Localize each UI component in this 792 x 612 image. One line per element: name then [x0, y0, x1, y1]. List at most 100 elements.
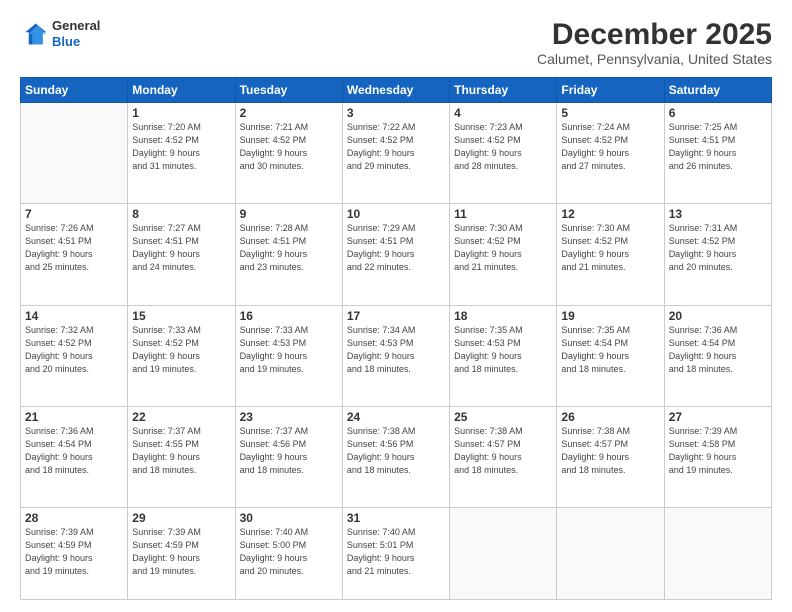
day-number: 14: [25, 309, 123, 323]
day-info: Sunrise: 7:37 AM Sunset: 4:56 PM Dayligh…: [240, 425, 338, 477]
calendar-week-row: 21Sunrise: 7:36 AM Sunset: 4:54 PM Dayli…: [21, 406, 772, 507]
month-title: December 2025: [537, 18, 772, 51]
location-title: Calumet, Pennsylvania, United States: [537, 51, 772, 67]
header: General Blue December 2025 Calumet, Penn…: [20, 18, 772, 67]
day-info: Sunrise: 7:22 AM Sunset: 4:52 PM Dayligh…: [347, 121, 445, 173]
calendar-day-header: Monday: [128, 78, 235, 103]
day-number: 29: [132, 511, 230, 525]
day-info: Sunrise: 7:35 AM Sunset: 4:54 PM Dayligh…: [561, 324, 659, 376]
day-number: 22: [132, 410, 230, 424]
title-block: December 2025 Calumet, Pennsylvania, Uni…: [537, 18, 772, 67]
logo-line2: Blue: [52, 34, 80, 49]
day-number: 20: [669, 309, 767, 323]
day-info: Sunrise: 7:33 AM Sunset: 4:52 PM Dayligh…: [132, 324, 230, 376]
day-info: Sunrise: 7:25 AM Sunset: 4:51 PM Dayligh…: [669, 121, 767, 173]
calendar-day-header: Sunday: [21, 78, 128, 103]
day-number: 9: [240, 207, 338, 221]
day-info: Sunrise: 7:27 AM Sunset: 4:51 PM Dayligh…: [132, 222, 230, 274]
day-number: 19: [561, 309, 659, 323]
calendar-cell: 31Sunrise: 7:40 AM Sunset: 5:01 PM Dayli…: [342, 508, 449, 600]
calendar-header-row: SundayMondayTuesdayWednesdayThursdayFrid…: [21, 78, 772, 103]
day-number: 21: [25, 410, 123, 424]
day-number: 18: [454, 309, 552, 323]
day-number: 16: [240, 309, 338, 323]
day-info: Sunrise: 7:36 AM Sunset: 4:54 PM Dayligh…: [25, 425, 123, 477]
day-info: Sunrise: 7:20 AM Sunset: 4:52 PM Dayligh…: [132, 121, 230, 173]
day-info: Sunrise: 7:31 AM Sunset: 4:52 PM Dayligh…: [669, 222, 767, 274]
calendar-day-header: Thursday: [450, 78, 557, 103]
calendar-cell: 30Sunrise: 7:40 AM Sunset: 5:00 PM Dayli…: [235, 508, 342, 600]
calendar-cell: 8Sunrise: 7:27 AM Sunset: 4:51 PM Daylig…: [128, 204, 235, 305]
calendar-cell: 20Sunrise: 7:36 AM Sunset: 4:54 PM Dayli…: [664, 305, 771, 406]
logo-text: General Blue: [52, 18, 100, 49]
logo-icon: [20, 20, 48, 48]
day-number: 17: [347, 309, 445, 323]
calendar-cell: 15Sunrise: 7:33 AM Sunset: 4:52 PM Dayli…: [128, 305, 235, 406]
calendar-day-header: Tuesday: [235, 78, 342, 103]
calendar-cell: 25Sunrise: 7:38 AM Sunset: 4:57 PM Dayli…: [450, 406, 557, 507]
calendar-day-header: Friday: [557, 78, 664, 103]
day-info: Sunrise: 7:36 AM Sunset: 4:54 PM Dayligh…: [669, 324, 767, 376]
calendar-cell: [664, 508, 771, 600]
day-number: 30: [240, 511, 338, 525]
calendar-cell: 18Sunrise: 7:35 AM Sunset: 4:53 PM Dayli…: [450, 305, 557, 406]
day-number: 8: [132, 207, 230, 221]
calendar-cell: 23Sunrise: 7:37 AM Sunset: 4:56 PM Dayli…: [235, 406, 342, 507]
calendar-cell: 17Sunrise: 7:34 AM Sunset: 4:53 PM Dayli…: [342, 305, 449, 406]
day-info: Sunrise: 7:29 AM Sunset: 4:51 PM Dayligh…: [347, 222, 445, 274]
day-info: Sunrise: 7:21 AM Sunset: 4:52 PM Dayligh…: [240, 121, 338, 173]
calendar-table: SundayMondayTuesdayWednesdayThursdayFrid…: [20, 77, 772, 600]
day-info: Sunrise: 7:34 AM Sunset: 4:53 PM Dayligh…: [347, 324, 445, 376]
day-info: Sunrise: 7:28 AM Sunset: 4:51 PM Dayligh…: [240, 222, 338, 274]
day-info: Sunrise: 7:26 AM Sunset: 4:51 PM Dayligh…: [25, 222, 123, 274]
calendar-cell: 10Sunrise: 7:29 AM Sunset: 4:51 PM Dayli…: [342, 204, 449, 305]
day-number: 27: [669, 410, 767, 424]
day-info: Sunrise: 7:40 AM Sunset: 5:00 PM Dayligh…: [240, 526, 338, 578]
day-info: Sunrise: 7:39 AM Sunset: 4:59 PM Dayligh…: [25, 526, 123, 578]
calendar-week-row: 7Sunrise: 7:26 AM Sunset: 4:51 PM Daylig…: [21, 204, 772, 305]
calendar-day-header: Saturday: [664, 78, 771, 103]
calendar-cell: 26Sunrise: 7:38 AM Sunset: 4:57 PM Dayli…: [557, 406, 664, 507]
day-number: 6: [669, 106, 767, 120]
calendar-cell: 12Sunrise: 7:30 AM Sunset: 4:52 PM Dayli…: [557, 204, 664, 305]
day-info: Sunrise: 7:24 AM Sunset: 4:52 PM Dayligh…: [561, 121, 659, 173]
day-info: Sunrise: 7:23 AM Sunset: 4:52 PM Dayligh…: [454, 121, 552, 173]
day-number: 4: [454, 106, 552, 120]
day-number: 23: [240, 410, 338, 424]
day-info: Sunrise: 7:30 AM Sunset: 4:52 PM Dayligh…: [561, 222, 659, 274]
day-info: Sunrise: 7:39 AM Sunset: 4:59 PM Dayligh…: [132, 526, 230, 578]
day-info: Sunrise: 7:37 AM Sunset: 4:55 PM Dayligh…: [132, 425, 230, 477]
calendar-cell: 1Sunrise: 7:20 AM Sunset: 4:52 PM Daylig…: [128, 103, 235, 204]
calendar-cell: 27Sunrise: 7:39 AM Sunset: 4:58 PM Dayli…: [664, 406, 771, 507]
day-info: Sunrise: 7:38 AM Sunset: 4:56 PM Dayligh…: [347, 425, 445, 477]
calendar-cell: 24Sunrise: 7:38 AM Sunset: 4:56 PM Dayli…: [342, 406, 449, 507]
day-number: 15: [132, 309, 230, 323]
day-number: 5: [561, 106, 659, 120]
day-info: Sunrise: 7:32 AM Sunset: 4:52 PM Dayligh…: [25, 324, 123, 376]
calendar-cell: 21Sunrise: 7:36 AM Sunset: 4:54 PM Dayli…: [21, 406, 128, 507]
day-info: Sunrise: 7:39 AM Sunset: 4:58 PM Dayligh…: [669, 425, 767, 477]
calendar-cell: 16Sunrise: 7:33 AM Sunset: 4:53 PM Dayli…: [235, 305, 342, 406]
page: General Blue December 2025 Calumet, Penn…: [0, 0, 792, 612]
calendar-cell: 13Sunrise: 7:31 AM Sunset: 4:52 PM Dayli…: [664, 204, 771, 305]
day-info: Sunrise: 7:40 AM Sunset: 5:01 PM Dayligh…: [347, 526, 445, 578]
calendar-cell: 2Sunrise: 7:21 AM Sunset: 4:52 PM Daylig…: [235, 103, 342, 204]
logo: General Blue: [20, 18, 100, 49]
day-info: Sunrise: 7:33 AM Sunset: 4:53 PM Dayligh…: [240, 324, 338, 376]
calendar-cell: 14Sunrise: 7:32 AM Sunset: 4:52 PM Dayli…: [21, 305, 128, 406]
calendar-cell: [450, 508, 557, 600]
calendar-cell: 11Sunrise: 7:30 AM Sunset: 4:52 PM Dayli…: [450, 204, 557, 305]
day-number: 25: [454, 410, 552, 424]
day-number: 28: [25, 511, 123, 525]
calendar-cell: 6Sunrise: 7:25 AM Sunset: 4:51 PM Daylig…: [664, 103, 771, 204]
day-info: Sunrise: 7:30 AM Sunset: 4:52 PM Dayligh…: [454, 222, 552, 274]
calendar-week-row: 28Sunrise: 7:39 AM Sunset: 4:59 PM Dayli…: [21, 508, 772, 600]
day-number: 13: [669, 207, 767, 221]
day-info: Sunrise: 7:38 AM Sunset: 4:57 PM Dayligh…: [454, 425, 552, 477]
logo-line1: General: [52, 18, 100, 33]
calendar-week-row: 1Sunrise: 7:20 AM Sunset: 4:52 PM Daylig…: [21, 103, 772, 204]
calendar-cell: 19Sunrise: 7:35 AM Sunset: 4:54 PM Dayli…: [557, 305, 664, 406]
day-info: Sunrise: 7:38 AM Sunset: 4:57 PM Dayligh…: [561, 425, 659, 477]
calendar-cell: 22Sunrise: 7:37 AM Sunset: 4:55 PM Dayli…: [128, 406, 235, 507]
calendar-cell: [21, 103, 128, 204]
